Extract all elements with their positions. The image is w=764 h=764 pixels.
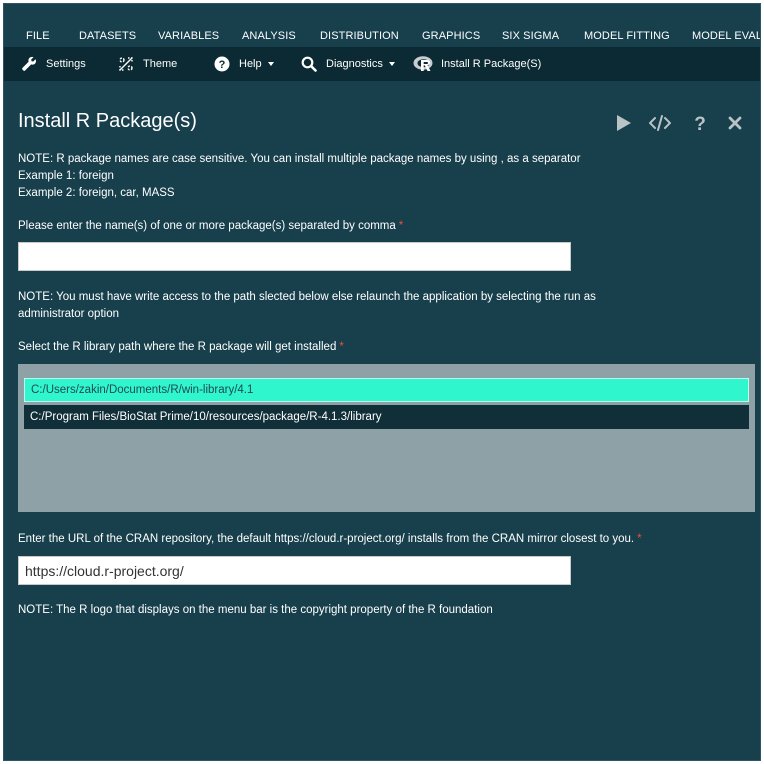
- diagnostics-menu-button[interactable]: Diagnostics: [300, 47, 395, 81]
- close-icon: [728, 116, 742, 130]
- library-path-option[interactable]: C:/Program Files/BioStat Prime/10/resour…: [24, 405, 749, 429]
- main-menubar: FILE DATASETS VARIABLES ANALYSIS DISTRIB…: [4, 4, 760, 46]
- play-icon: [617, 115, 631, 131]
- package-names-label: Please enter the name(s) of one or more …: [18, 220, 404, 232]
- install-r-package-button[interactable]: Install R Package(S): [413, 47, 541, 81]
- note-r-logo: NOTE: The R logo that displays on the me…: [18, 604, 493, 616]
- theme-button[interactable]: Theme: [117, 47, 177, 81]
- library-path-listbox[interactable]: C:/Users/zakin/Documents/R/win-library/4…: [18, 364, 755, 512]
- r-logo-icon: [413, 55, 435, 73]
- theme-icon: [117, 55, 135, 73]
- chevron-down-icon: [388, 62, 395, 66]
- cran-url-input[interactable]: [18, 556, 571, 585]
- menu-file[interactable]: FILE: [26, 30, 50, 42]
- help-button[interactable]: ?: [693, 112, 707, 134]
- svg-text:?: ?: [694, 114, 706, 133]
- toolbar: Settings Theme ? Help Diagnostics Instal…: [4, 47, 760, 81]
- theme-label: Theme: [143, 58, 178, 70]
- run-button[interactable]: [616, 112, 632, 134]
- settings-button[interactable]: Settings: [20, 47, 86, 81]
- wrench-icon: [20, 55, 38, 73]
- required-mark: *: [637, 533, 642, 545]
- code-button[interactable]: [649, 112, 671, 134]
- menu-distribution[interactable]: DISTRIBUTION: [320, 30, 399, 42]
- menu-model-fitting[interactable]: MODEL FITTING: [584, 30, 670, 42]
- library-path-label: Select the R library path where the R pa…: [18, 341, 344, 353]
- help-label: Help: [239, 58, 262, 70]
- required-mark: *: [339, 341, 344, 353]
- code-icon: [649, 115, 671, 131]
- help-circle-icon: ?: [213, 55, 231, 73]
- app-window: FILE DATASETS VARIABLES ANALYSIS DISTRIB…: [3, 3, 761, 761]
- menu-six-sigma[interactable]: SIX SIGMA: [502, 30, 559, 42]
- package-names-input[interactable]: [18, 242, 571, 271]
- note-write-access: NOTE: You must have write access to the …: [18, 291, 596, 320]
- menu-model-evaluation[interactable]: MODEL EVALUA: [692, 30, 760, 42]
- library-path-option-selected[interactable]: C:/Users/zakin/Documents/R/win-library/4…: [24, 378, 749, 402]
- cran-url-label: Enter the URL of the CRAN repository, th…: [18, 533, 642, 545]
- note-case-sensitive: NOTE: R package names are case sensitive…: [18, 153, 581, 199]
- menu-datasets[interactable]: DATASETS: [79, 30, 136, 42]
- menu-graphics[interactable]: GRAPHICS: [422, 30, 480, 42]
- help-menu-button[interactable]: ? Help: [213, 47, 274, 81]
- close-button[interactable]: [728, 112, 742, 134]
- question-icon: ?: [694, 114, 706, 133]
- menu-analysis[interactable]: ANALYSIS: [242, 30, 296, 42]
- menu-variables[interactable]: VARIABLES: [158, 30, 219, 42]
- svg-text:?: ?: [219, 59, 226, 71]
- install-label: Install R Package(S): [441, 58, 542, 70]
- search-icon: [300, 55, 318, 73]
- chevron-down-icon: [267, 62, 274, 66]
- diagnostics-label: Diagnostics: [326, 58, 383, 70]
- required-mark: *: [398, 220, 404, 232]
- settings-label: Settings: [46, 58, 86, 70]
- dialog-title: Install R Package(s): [18, 110, 197, 132]
